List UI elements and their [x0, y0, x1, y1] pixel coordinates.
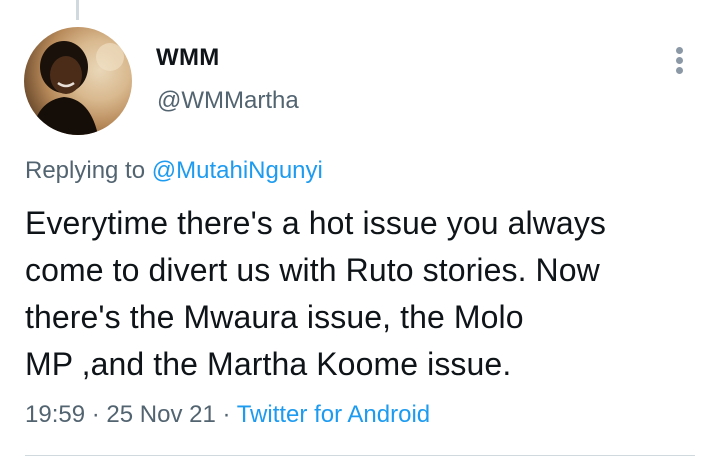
more-dot [676, 47, 683, 54]
tweet-time[interactable]: 19:59 [25, 401, 85, 428]
avatar[interactable] [24, 27, 132, 135]
meta-separator: · [222, 401, 231, 428]
reply-mention-link[interactable]: @MutahiNgunyi [152, 157, 323, 184]
author-name[interactable]: WMM [156, 44, 220, 72]
tweet-line: come to divert us with Ruto stories. Now [25, 252, 600, 288]
tweet-line: Everytime there's a hot issue you always [25, 205, 607, 241]
tweet-line: there's the Mwaura issue, the Molo [25, 299, 524, 335]
meta-separator: · [91, 401, 100, 428]
more-dot [676, 57, 683, 64]
tweet-source-link[interactable]: Twitter for Android [237, 401, 430, 428]
replying-prefix: Replying to [25, 157, 146, 184]
divider [25, 455, 695, 456]
tweet-meta: 19:59 · 25 Nov 21 · Twitter for Android [25, 401, 430, 429]
replying-to: Replying to @MutahiNgunyi [25, 157, 323, 185]
author-handle[interactable]: @WMMartha [157, 87, 299, 115]
tweet-date[interactable]: 25 Nov 21 [106, 401, 215, 428]
tweet-line: MP ,and the Martha Koome issue. [25, 346, 512, 382]
more-dot [676, 67, 683, 74]
avatar-photo [32, 41, 124, 135]
tweet-text: Everytime there's a hot issue you always… [25, 200, 705, 388]
more-vertical-icon[interactable] [668, 45, 692, 75]
thread-connector-line [76, 0, 79, 20]
